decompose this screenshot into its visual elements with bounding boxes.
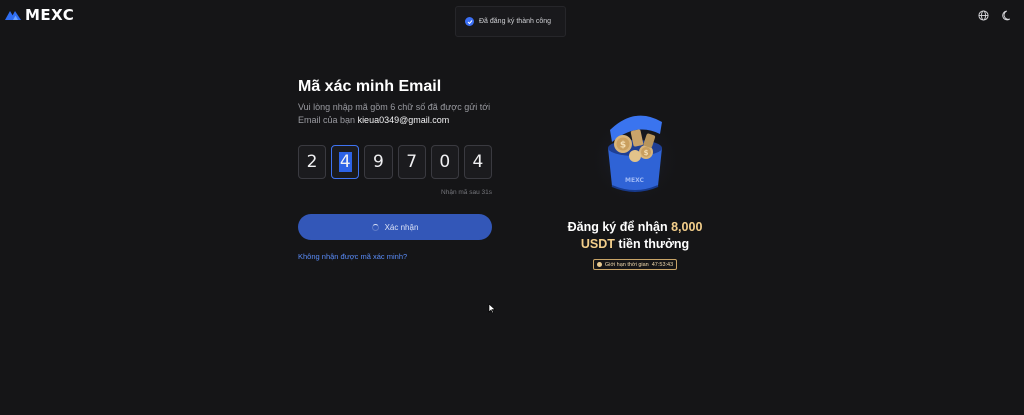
code-digit-6[interactable]: 4: [463, 145, 493, 179]
svg-text:$: $: [620, 141, 626, 151]
code-digit-4[interactable]: 7: [397, 145, 426, 179]
logo-text: MEXC: [25, 6, 75, 24]
clock-icon: [596, 262, 602, 267]
loading-spinner-icon: [371, 223, 379, 231]
promo-title-prefix: Đăng ký để nhận: [567, 220, 668, 234]
code-digit-1[interactable]: 2: [298, 145, 327, 179]
code-input-group: 2 4 9 7 0 4: [298, 145, 493, 179]
no-code-link[interactable]: Không nhận được mã xác minh?: [298, 252, 492, 261]
signup-bonus-promo: $ $ MEXC Đăng ký để nhận 8,000 USDT tiền…: [555, 100, 715, 272]
globe-icon[interactable]: [976, 8, 990, 22]
code-digit-3[interactable]: 9: [364, 145, 393, 179]
confirm-button-label: Xác nhận: [384, 222, 419, 232]
moon-icon[interactable]: [1000, 8, 1014, 22]
mouse-cursor-icon: [488, 303, 496, 314]
mexc-logo[interactable]: MEXC: [4, 6, 74, 24]
mexc-logo-icon: [5, 11, 21, 20]
promo-title-suffix: tiền thưởng: [618, 237, 690, 251]
time-limit-badge: Giới hạn thời gian 47:53:43: [592, 259, 678, 270]
toast-text: Đã đăng ký thành công: [479, 18, 551, 25]
page-title: Mã xác minh Email: [298, 78, 442, 95]
treasure-box-icon: $ $ MEXC: [590, 110, 680, 200]
check-circle-icon: [465, 17, 474, 26]
promo-amount: 8,000: [671, 220, 703, 234]
email-verification-form: Mã xác minh Email Vui lòng nhập mã gồm 6…: [298, 76, 493, 261]
confirm-button[interactable]: Xác nhận: [298, 214, 492, 240]
code-digit-2[interactable]: 4: [331, 145, 360, 179]
promo-currency: USDT: [580, 237, 615, 251]
form-description: Vui lòng nhập mã gồm 6 chữ số đã được gử…: [298, 101, 492, 127]
svg-text:MEXC: MEXC: [625, 177, 644, 184]
resend-countdown: Nhận mã sau 31s: [441, 189, 492, 196]
success-toast: Đã đăng ký thành công: [455, 6, 566, 37]
timer-label: Giới hạn thời gian: [604, 261, 649, 268]
email-address: kieua0349@gmail.com: [357, 115, 450, 125]
timer-value: 47:53:43: [651, 261, 674, 268]
promo-title: Đăng ký để nhận 8,000 USDT tiền thưởng: [555, 219, 715, 253]
code-digit-5[interactable]: 0: [430, 145, 459, 179]
svg-text:$: $: [644, 149, 649, 157]
